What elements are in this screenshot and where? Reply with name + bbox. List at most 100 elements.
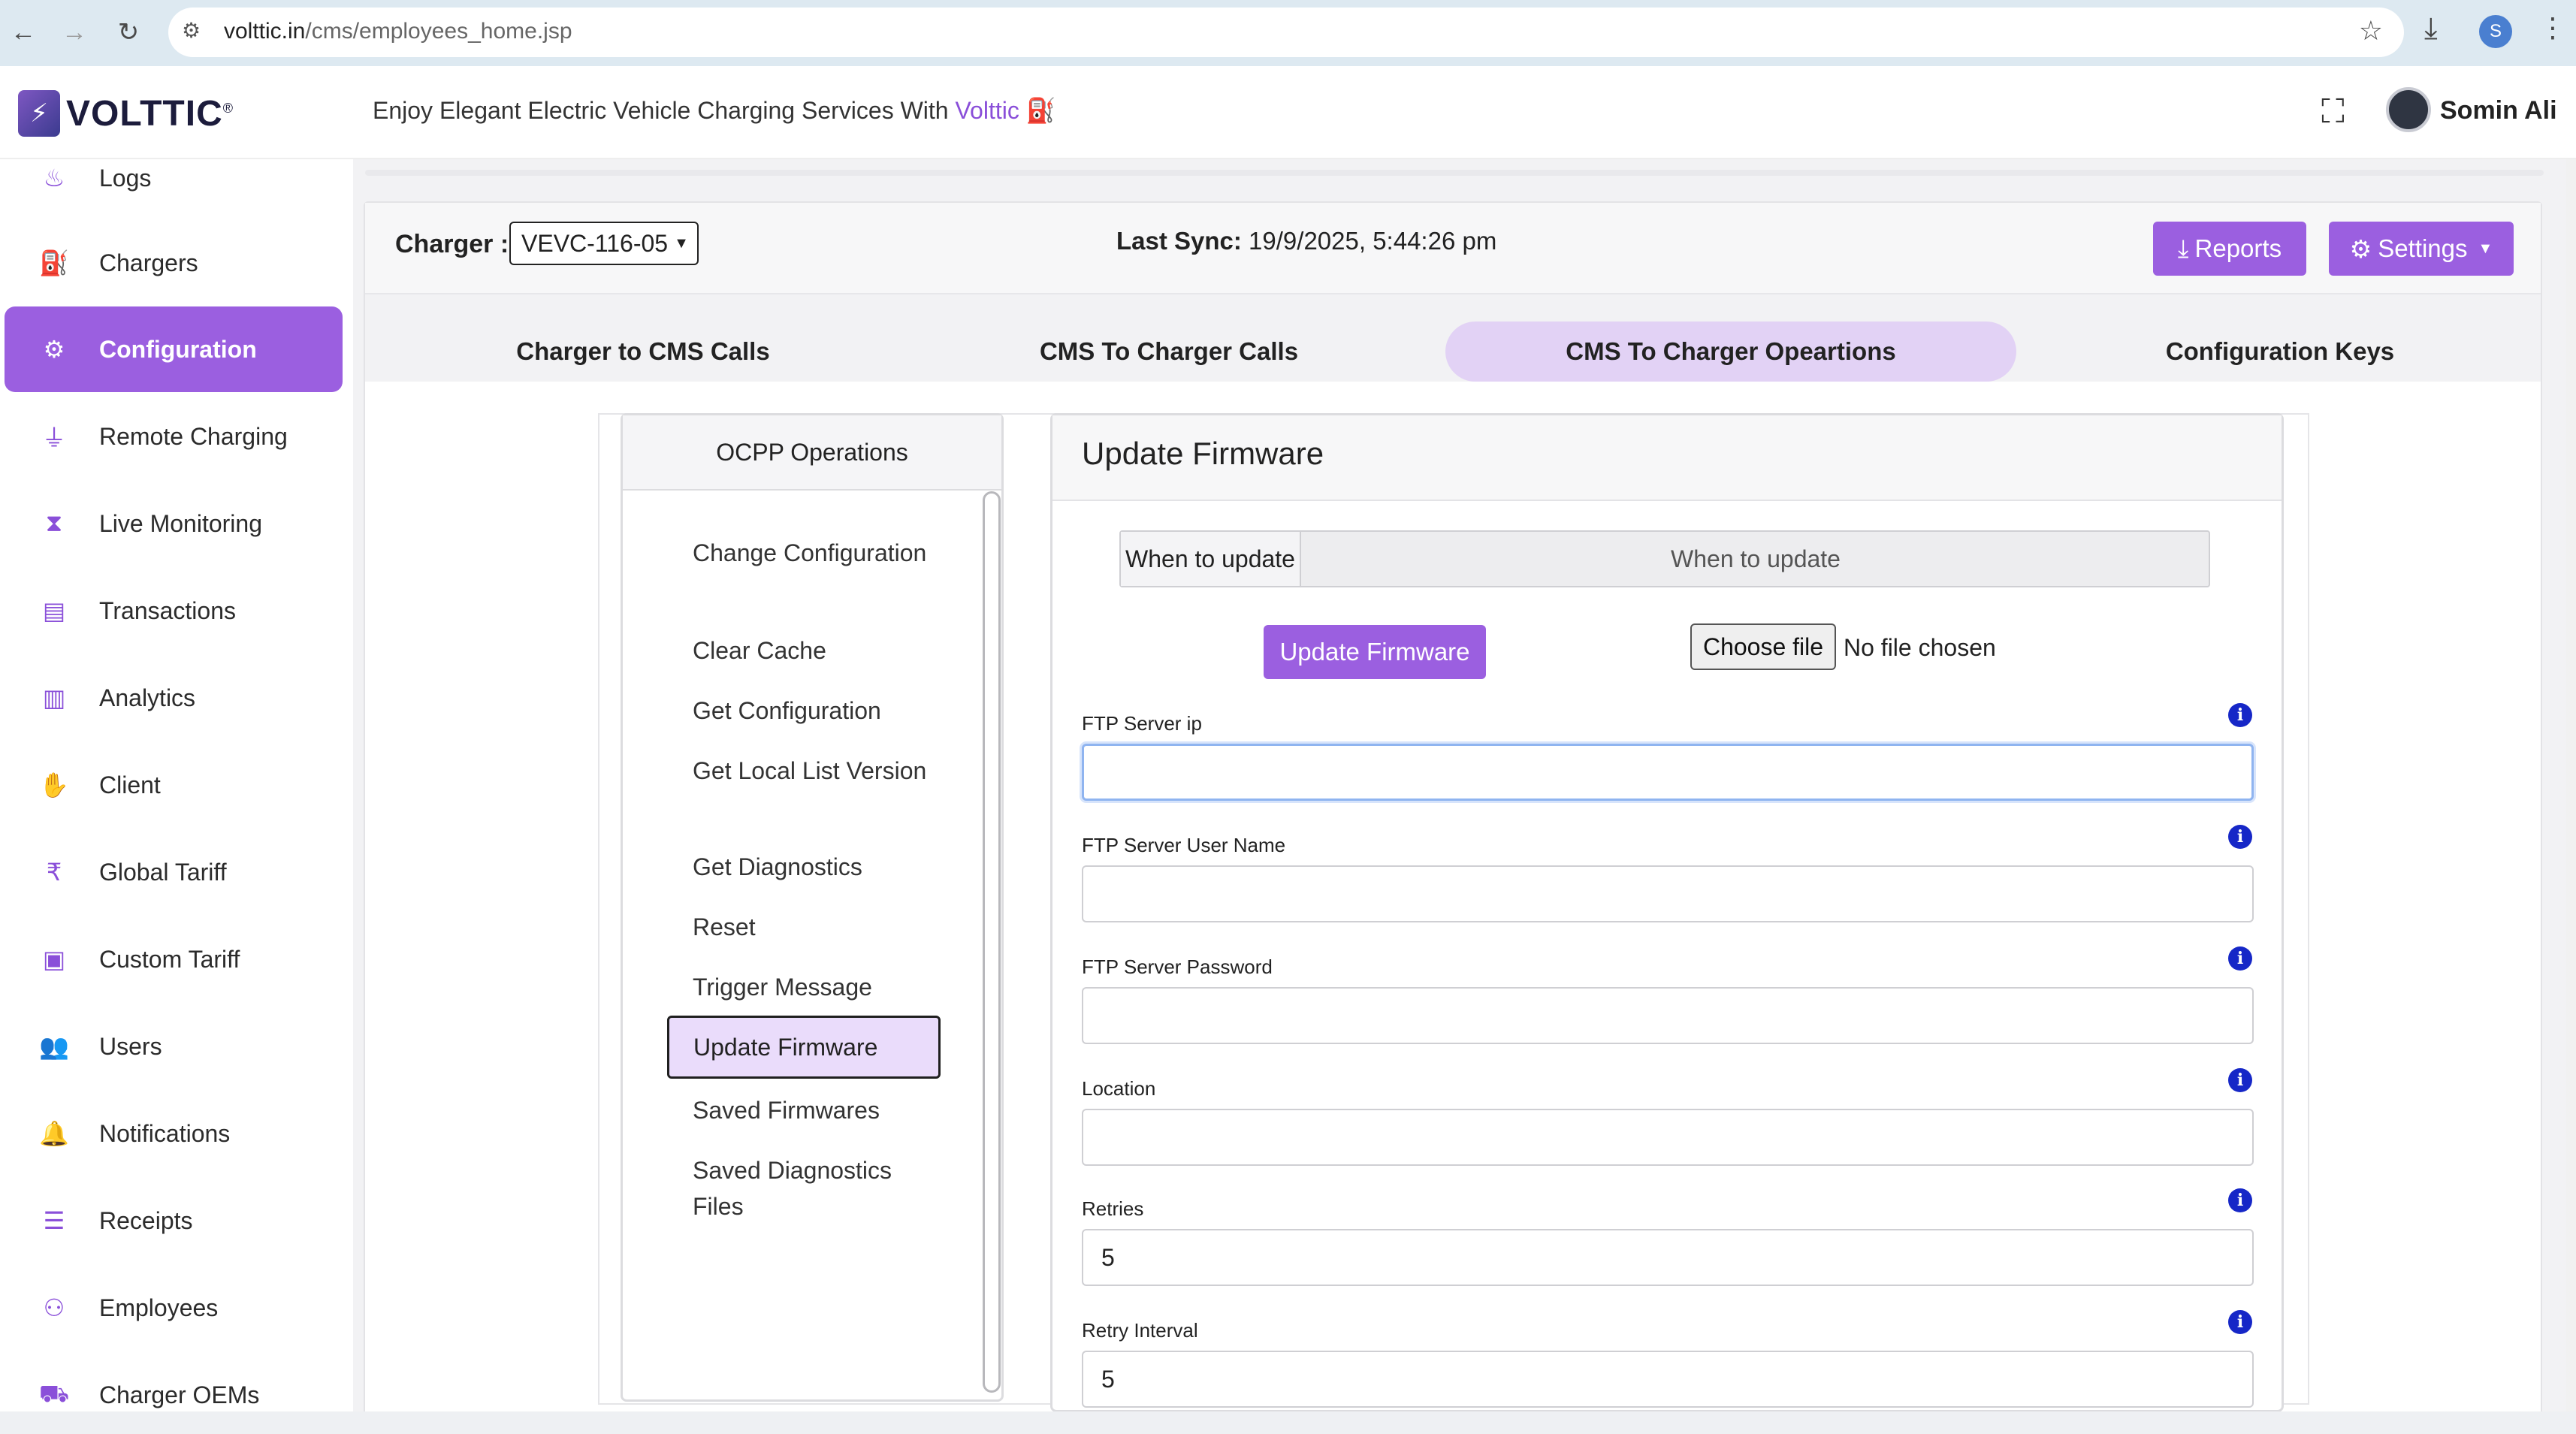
op-trigger-message[interactable]: Trigger Message — [693, 969, 941, 1005]
tariff-icon: ▣ — [42, 946, 66, 973]
bottom-edge — [0, 1411, 2576, 1434]
reload-icon[interactable]: ↻ — [110, 14, 147, 51]
retry-interval-input[interactable] — [1082, 1351, 2254, 1408]
ftp-server-ip-input[interactable] — [1082, 744, 2254, 801]
sidebar-item-transactions[interactable]: ▤ Transactions — [5, 568, 343, 654]
ftp-server-user-name-input[interactable] — [1082, 865, 2254, 922]
ftp-server-user-name-label: FTP Server User Name — [1082, 834, 1286, 856]
volttic-logo[interactable]: ⚡ VOLTTIC® — [18, 87, 234, 140]
info-icon[interactable]: i — [2228, 1188, 2252, 1212]
tagline: Enjoy Elegant Electric Vehicle Charging … — [373, 97, 1056, 124]
sidebar-item-chargers[interactable]: ⛽ Chargers — [5, 220, 343, 306]
divider — [365, 170, 2544, 176]
tab-configuration-keys[interactable]: Configuration Keys — [2073, 322, 2487, 382]
info-icon[interactable]: i — [2228, 825, 2252, 849]
sidebar-item-logs[interactable]: ♨ Logs — [5, 135, 343, 221]
op-saved-diagnostics-files[interactable]: Saved Diagnostics Files — [693, 1152, 941, 1224]
forward-icon[interactable]: → — [56, 14, 93, 51]
retries-label: Retries — [1082, 1197, 1144, 1220]
info-icon[interactable]: i — [2228, 1068, 2252, 1092]
sidebar-item-global-tariff[interactable]: ₹ Global Tariff — [5, 829, 343, 915]
oem-icon: ⛟ — [38, 1379, 70, 1407]
op-get-diagnostics[interactable]: Get Diagnostics — [693, 849, 941, 885]
window-scrollbar[interactable] — [2566, 159, 2576, 1411]
user-name[interactable]: Somin Ali — [2440, 96, 2557, 125]
when-to-update-label: When to update — [1121, 532, 1301, 586]
url-text: volttic.in/cms/employees_home.jsp — [224, 19, 572, 44]
charger-select[interactable]: VEVC-116-05 ▼ — [509, 222, 699, 265]
app-header: ⚡ VOLTTIC® Enjoy Elegant Electric Vehicl… — [0, 66, 2576, 159]
bell-icon: 🔔 — [39, 1120, 69, 1147]
gear-icon: ⚙ — [2349, 234, 2372, 263]
sidebar-item-remote-charging[interactable]: ⏚ Remote Charging — [5, 394, 343, 479]
employees-icon: ⚇ — [43, 1294, 65, 1321]
op-saved-firmwares[interactable]: Saved Firmwares — [693, 1092, 941, 1128]
last-sync: Last Sync: 19/9/2025, 5:44:26 pm — [1116, 227, 1497, 255]
location-label: Location — [1082, 1077, 1156, 1100]
retry-interval-label: Retry Interval — [1082, 1319, 1198, 1342]
settings-button[interactable]: ⚙ Settings ▼ — [2329, 222, 2514, 276]
charger-label: Charger : — [395, 230, 509, 258]
back-icon[interactable]: ← — [5, 14, 42, 51]
op-change-configuration[interactable]: Change Configuration — [693, 535, 941, 571]
receipt-icon: ☰ — [43, 1207, 65, 1234]
choose-file-button[interactable]: Choose file — [1690, 623, 1836, 670]
browser-menu-icon[interactable]: ⋮ — [2539, 12, 2566, 44]
charger-icon: ⛽ — [39, 249, 69, 276]
sidebar: ♨ Logs ⛽ Chargers ⚙ Configuration ⏚ Remote C… — [0, 159, 353, 1411]
sidebar-item-notifications[interactable]: 🔔 Notifications — [5, 1091, 343, 1176]
download-icon[interactable]: ⤓ — [2424, 12, 2438, 46]
location-input[interactable] — [1082, 1109, 2254, 1166]
bookmark-star-icon[interactable]: ☆ — [2359, 15, 2383, 47]
gears-icon: ⚙ — [43, 336, 65, 363]
tagline-brand: Volttic — [955, 97, 1019, 124]
ftp-server-password-input[interactable] — [1082, 987, 2254, 1044]
fullscreen-icon[interactable]: ⛶ — [2321, 93, 2345, 131]
op-get-configuration[interactable]: Get Configuration — [693, 693, 941, 729]
file-status: No file chosen — [1844, 634, 1996, 661]
sidebar-item-analytics[interactable]: ▥ Analytics — [5, 655, 343, 741]
sidebar-item-custom-tariff[interactable]: ▣ Custom Tariff — [5, 916, 343, 1002]
op-update-firmware[interactable]: Update Firmware — [667, 1016, 941, 1079]
form-title: Update Firmware — [1082, 436, 1324, 471]
user-avatar[interactable] — [2386, 87, 2431, 132]
sidebar-item-receipts[interactable]: ☰ Receipts — [5, 1178, 343, 1263]
operations-scrollbar[interactable] — [983, 491, 1001, 1393]
op-get-local-list-version[interactable]: Get Local List Version — [693, 753, 941, 789]
when-to-update-input[interactable]: When to update — [1303, 532, 2209, 586]
sidebar-item-employees[interactable]: ⚇ Employees — [5, 1265, 343, 1351]
plug-icon: ⏚ — [41, 424, 66, 451]
retries-input[interactable] — [1082, 1229, 2254, 1286]
tab-charger-to-cms-calls[interactable]: Charger to CMS Calls — [448, 322, 838, 382]
caret-down-icon: ▼ — [674, 234, 689, 252]
info-icon[interactable]: i — [2228, 946, 2252, 971]
caret-down-icon: ▼ — [2478, 240, 2493, 257]
op-clear-cache[interactable]: Clear Cache — [693, 632, 941, 669]
charger-logo-icon: ⚡ — [18, 90, 60, 137]
info-icon[interactable]: i — [2228, 1310, 2252, 1334]
op-reset[interactable]: Reset — [693, 909, 941, 945]
ev-charger-icon: ⛽ — [1025, 97, 1056, 124]
profile-avatar[interactable]: S — [2479, 15, 2512, 48]
users-icon: 👥 — [39, 1033, 69, 1060]
tab-cms-to-charger-calls[interactable]: CMS To Charger Calls — [974, 322, 1364, 382]
download-icon: ⤓ — [2177, 234, 2189, 262]
tab-cms-to-charger-operations[interactable]: CMS To Charger Opeartions — [1445, 322, 2016, 382]
site-settings-icon[interactable]: ⚙ — [182, 18, 212, 47]
reports-button[interactable]: ⤓ Reports — [2153, 222, 2306, 276]
browser-toolbar: ← → ↻ ⚙ volttic.in/cms/employees_home.js… — [0, 0, 2576, 66]
info-icon[interactable]: i — [2228, 703, 2252, 727]
sidebar-item-client[interactable]: ✋ Client — [5, 742, 343, 828]
update-firmware-button[interactable]: Update Firmware — [1264, 625, 1486, 679]
hourglass-icon: ⧗ — [45, 509, 63, 536]
handshake-icon: ✋ — [39, 771, 69, 799]
ftp-server-password-label: FTP Server Password — [1082, 955, 1273, 978]
sidebar-item-users[interactable]: 👥 Users — [5, 1004, 343, 1089]
bar-chart-icon: ▥ — [42, 684, 66, 711]
ocpp-operations-title: OCPP Operations — [623, 415, 1001, 491]
sidebar-item-configuration[interactable]: ⚙ Configuration — [5, 306, 343, 392]
rupee-icon: ₹ — [46, 859, 62, 886]
logs-icon: ♨ — [43, 165, 65, 192]
address-bar[interactable]: ⚙ volttic.in/cms/employees_home.jsp ☆ — [168, 8, 2404, 57]
sidebar-item-live-monitoring[interactable]: ⧗ Live Monitoring — [5, 481, 343, 566]
